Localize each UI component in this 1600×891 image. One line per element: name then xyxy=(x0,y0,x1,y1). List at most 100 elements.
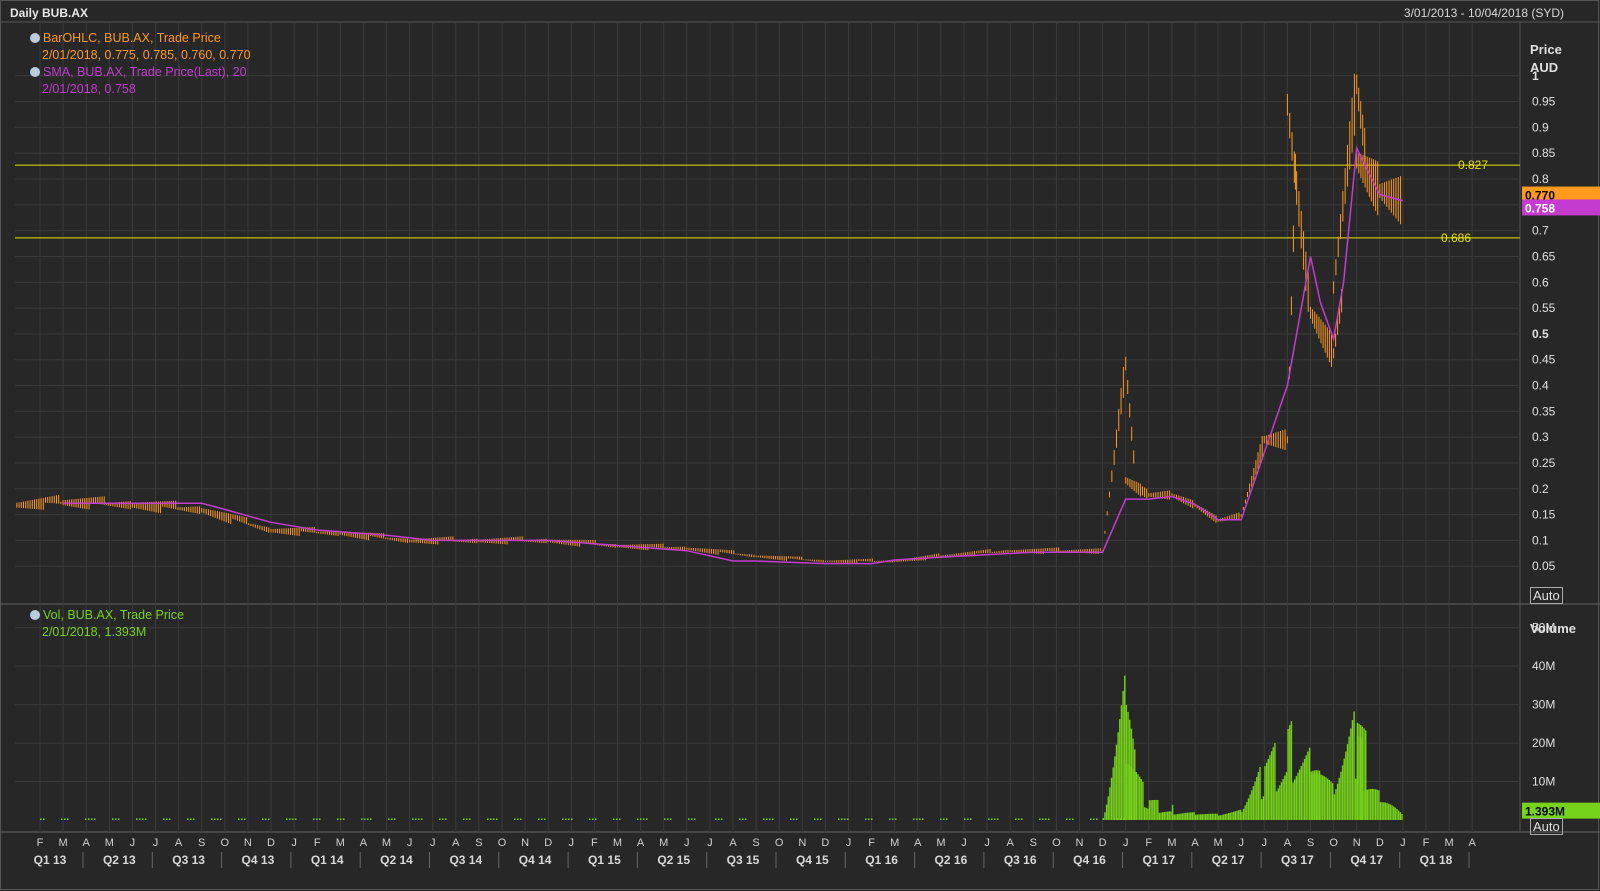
volume-bar xyxy=(1138,776,1141,820)
volume-bar xyxy=(946,818,948,820)
volume-bar xyxy=(769,818,771,820)
volume-bar xyxy=(1397,810,1400,820)
volume-bar xyxy=(718,818,720,820)
legend-toggle-icon[interactable] xyxy=(30,610,40,620)
volume-bar xyxy=(1201,814,1203,820)
volume-bar xyxy=(1335,789,1337,820)
volume-bar xyxy=(721,818,723,820)
volume-bar xyxy=(1338,777,1340,820)
volume-bar xyxy=(1045,818,1047,820)
volume-bar xyxy=(1221,814,1223,820)
price-tick-label: 0.25 xyxy=(1532,456,1556,470)
x-quarter-tick-label: Q3 16 xyxy=(1004,853,1037,867)
x-month-tick-label: A xyxy=(914,837,922,849)
volume-bar xyxy=(1358,736,1360,820)
volume-bar xyxy=(1275,791,1278,820)
x-month-tick-label: S xyxy=(475,837,482,849)
volume-bar xyxy=(421,818,423,820)
sma-legend-row[interactable]: SMA, BUB.AX, Trade Price(Last), 20 xyxy=(30,64,251,81)
volume-bar xyxy=(262,818,264,820)
volume-bar xyxy=(691,818,693,820)
volume-bar xyxy=(1330,781,1332,820)
x-month-tick-label: J xyxy=(961,837,967,849)
volume-bar xyxy=(118,818,120,820)
volume-legend-row[interactable]: Vol, BUB.AX, Trade Price xyxy=(30,607,184,624)
x-month-tick-label: J xyxy=(846,837,852,849)
volume-bar xyxy=(1135,772,1137,820)
volume-bar xyxy=(1297,772,1299,820)
volume-auto-button[interactable]: Auto xyxy=(1530,818,1563,835)
volume-bar xyxy=(1224,814,1227,820)
volume-bar xyxy=(1343,758,1345,820)
x-month-tick-label: M xyxy=(382,837,391,849)
volume-bar xyxy=(1115,744,1118,820)
volume-bar xyxy=(1166,811,1169,820)
volume-bar xyxy=(1252,786,1255,820)
volume-bar xyxy=(592,818,594,820)
volume-bar xyxy=(1360,737,1362,820)
x-month-tick-label: F xyxy=(314,837,321,849)
volume-bar xyxy=(1188,812,1190,820)
volume-bar xyxy=(772,818,774,820)
x-month-tick-label: N xyxy=(1076,837,1084,849)
x-month-tick-label: J xyxy=(407,837,413,849)
volume-bar xyxy=(766,818,768,820)
volume-bar xyxy=(289,818,291,820)
volume-bar xyxy=(1155,799,1157,820)
volume-bar xyxy=(1284,775,1286,820)
volume-bar xyxy=(88,818,90,820)
volume-bar xyxy=(1223,814,1225,820)
volume-bar xyxy=(1340,771,1342,820)
volume-bar xyxy=(793,818,795,820)
volume-bar xyxy=(1132,768,1134,820)
volume-bar xyxy=(439,818,441,820)
volume-bar xyxy=(1093,818,1095,820)
volume-bar xyxy=(517,818,519,820)
volume-bar xyxy=(817,818,819,820)
x-month-tick-label: J xyxy=(707,837,713,849)
x-month-tick-label: O xyxy=(221,837,230,849)
volume-bar xyxy=(238,818,240,820)
volume-bar xyxy=(1096,818,1098,820)
price-tick-label: 0.2 xyxy=(1532,482,1549,496)
volume-bar xyxy=(568,818,570,820)
volume-bar xyxy=(1363,790,1365,820)
volume-legend-value: 2/01/2018, 1.393M xyxy=(42,625,147,639)
volume-bar xyxy=(1178,813,1180,820)
volume-bar xyxy=(1039,818,1041,820)
x-month-tick-label: D xyxy=(821,837,829,849)
price-legend: BarOHLC, BUB.AX, Trade Price 2/01/2018, … xyxy=(30,30,251,98)
hline-high-label: 0.827 xyxy=(1458,158,1488,172)
volume-bar xyxy=(1190,812,1192,820)
volume-bar xyxy=(1206,813,1208,820)
x-quarter-tick-label: Q3 15 xyxy=(727,853,760,867)
volume-bar xyxy=(1242,808,1245,820)
volume-bar xyxy=(1180,813,1182,820)
volume-bar xyxy=(1327,778,1329,820)
ohlc-legend-row[interactable]: BarOHLC, BUB.AX, Trade Price xyxy=(30,30,251,47)
price-auto-button[interactable]: Auto xyxy=(1530,587,1563,604)
volume-bar xyxy=(763,818,765,820)
volume-bar xyxy=(190,818,192,820)
volume-bar xyxy=(1346,744,1349,820)
volume-bar xyxy=(664,818,666,820)
volume-bar xyxy=(1307,751,1309,820)
volume-bar xyxy=(466,818,468,820)
volume-bar xyxy=(193,818,195,820)
volume-bar xyxy=(1355,778,1357,820)
volume-bar xyxy=(1153,799,1156,820)
volume-bar xyxy=(1171,804,1174,820)
x-quarter-tick-label: Q1 16 xyxy=(865,853,898,867)
price-tick-label: 0.6 xyxy=(1532,275,1549,289)
volume-bar xyxy=(340,818,342,820)
volume-bar xyxy=(1254,781,1256,820)
legend-toggle-icon[interactable] xyxy=(30,33,40,43)
hline-low-label: 0.686 xyxy=(1441,231,1471,245)
volume-bar xyxy=(496,818,498,820)
volume-bar xyxy=(541,818,543,820)
x-month-tick-label: M xyxy=(936,837,945,849)
volume-bar xyxy=(316,818,318,820)
x-month-tick-label: J xyxy=(569,837,575,849)
legend-toggle-icon[interactable] xyxy=(30,67,40,77)
x-month-tick-label: M xyxy=(613,837,622,849)
